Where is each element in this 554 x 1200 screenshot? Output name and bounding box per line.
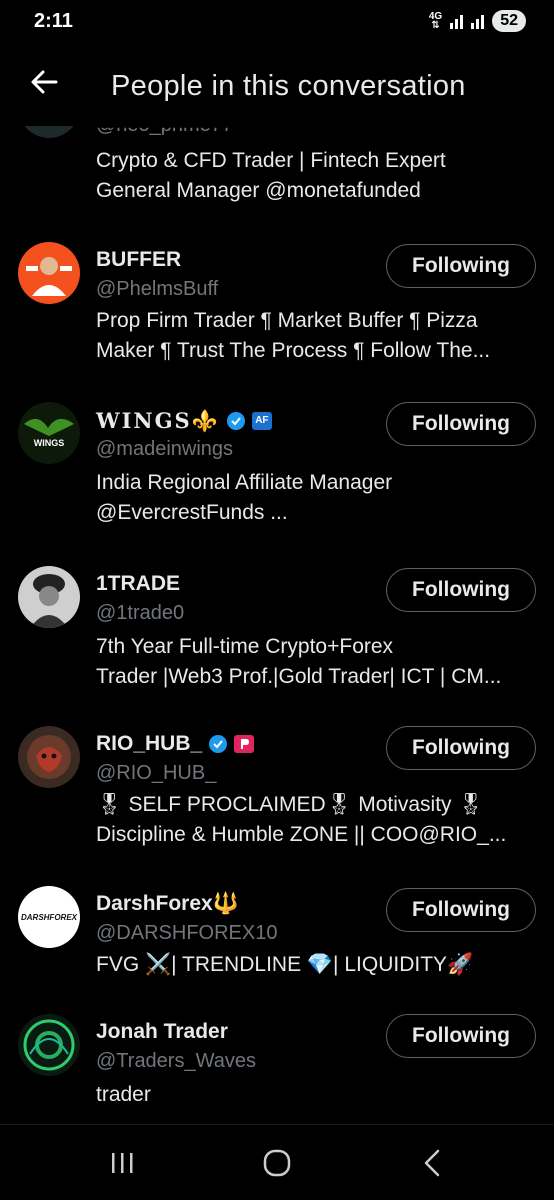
avatar[interactable] [18,566,80,628]
verified-badge-icon [209,735,228,753]
user-name: BUFFER [96,248,182,271]
following-button[interactable]: Following [386,1014,536,1058]
user-name: 1TRADE [96,572,181,595]
user-bio: 🎖 SELF PROCLAIMED🎖 Motivasity 🎖 Discipli… [96,793,507,846]
name-line: BUFFER [96,248,181,272]
following-button[interactable]: Following [386,402,536,446]
page-title: People in this conversation [111,70,466,102]
user-handle: @PhelmsBuff [96,278,219,300]
following-button[interactable]: Following [386,568,536,612]
status-icons: 4G ⇅ 52 [429,10,526,32]
following-button[interactable]: Following [386,726,536,770]
user-name: Jonah Trader [96,1020,228,1043]
name-line: Jonah Trader [96,1020,228,1044]
user-name: DarshForex🔱 [96,892,239,915]
avatar[interactable] [18,1014,80,1076]
people-list: @neo_prime77 Crypto & CFD Trader | Finte… [0,110,554,1125]
back-nav-icon[interactable] [412,1147,452,1179]
affiliate-badge-icon [234,735,255,753]
user-handle: @RIO_HUB_ [96,762,217,784]
user-handle: @DARSHFOREX10 [96,922,278,944]
name-line: 1TRADE [96,572,180,596]
user-handle: @madeinwings [96,438,234,460]
arrow-left-icon[interactable] [28,66,60,98]
avatar[interactable]: WINGS [18,402,80,464]
user-handle: @1trade0 [96,602,185,624]
name-line: WINGS⚜️ AF [96,408,272,434]
svg-text:WINGS: WINGS [34,438,65,448]
list-item[interactable]: WINGS WINGS⚜️ AF @madeinwings Following … [0,402,554,542]
signal-icon-2 [471,13,485,29]
name-line: RIO_HUB_ [96,732,255,756]
user-bio: FVG ⚔️| TRENDLINE 💎| LIQUIDITY🚀 [96,953,474,976]
battery-indicator: 52 [492,10,526,32]
user-bio: 7th Year Full-time Crypto+Forex Trader |… [96,635,502,688]
recent-apps-icon[interactable] [102,1147,142,1179]
avatar[interactable]: DARSHFOREX [18,886,80,948]
affiliate-badge-icon: AF [251,412,272,430]
user-bio: India Regional Affiliate Manager @Evercr… [96,471,393,524]
list-item[interactable]: Jonah Trader @Traders_Waves Following tr… [0,1014,554,1124]
network-type: 4G ⇅ [428,11,443,31]
following-button[interactable]: Following [386,888,536,932]
list-item[interactable]: RIO_HUB_ @RIO_HUB_ Following 🎖 SELF PROC… [0,726,554,866]
svg-text:DARSHFOREX: DARSHFOREX [21,913,78,922]
name-line: DarshForex🔱 [96,892,239,916]
list-item[interactable]: DARSHFOREX DarshForex🔱 @DARSHFOREX10 Fol… [0,886,554,1006]
user-name: RIO_HUB_ [96,732,203,755]
page-header: People in this conversation [0,46,554,126]
status-time: 2:11 [34,10,73,32]
user-bio: Prop Firm Trader ¶ Market Buffer ¶ Pizza… [96,309,491,362]
list-item[interactable]: 1TRADE @1trade0 Following 7th Year Full-… [0,566,554,706]
user-bio: trader [96,1083,151,1106]
following-button[interactable]: Following [386,244,536,288]
home-icon[interactable] [257,1147,297,1179]
list-item[interactable]: BUFFER @PhelmsBuff Following Prop Firm T… [0,242,554,382]
system-nav-bar [0,1124,554,1200]
verified-badge-icon [226,412,245,430]
list-item-partial[interactable]: @neo_prime77 Crypto & CFD Trader | Finte… [0,110,554,220]
avatar[interactable] [18,726,80,788]
user-bio: Crypto & CFD Trader | Fintech Expert Gen… [96,149,446,202]
signal-icon [450,13,464,29]
avatar[interactable] [18,242,80,304]
status-bar: 2:11 4G ⇅ 52 [0,0,554,46]
user-handle: @Traders_Waves [96,1050,256,1072]
user-name: WINGS⚜️ [96,408,220,433]
